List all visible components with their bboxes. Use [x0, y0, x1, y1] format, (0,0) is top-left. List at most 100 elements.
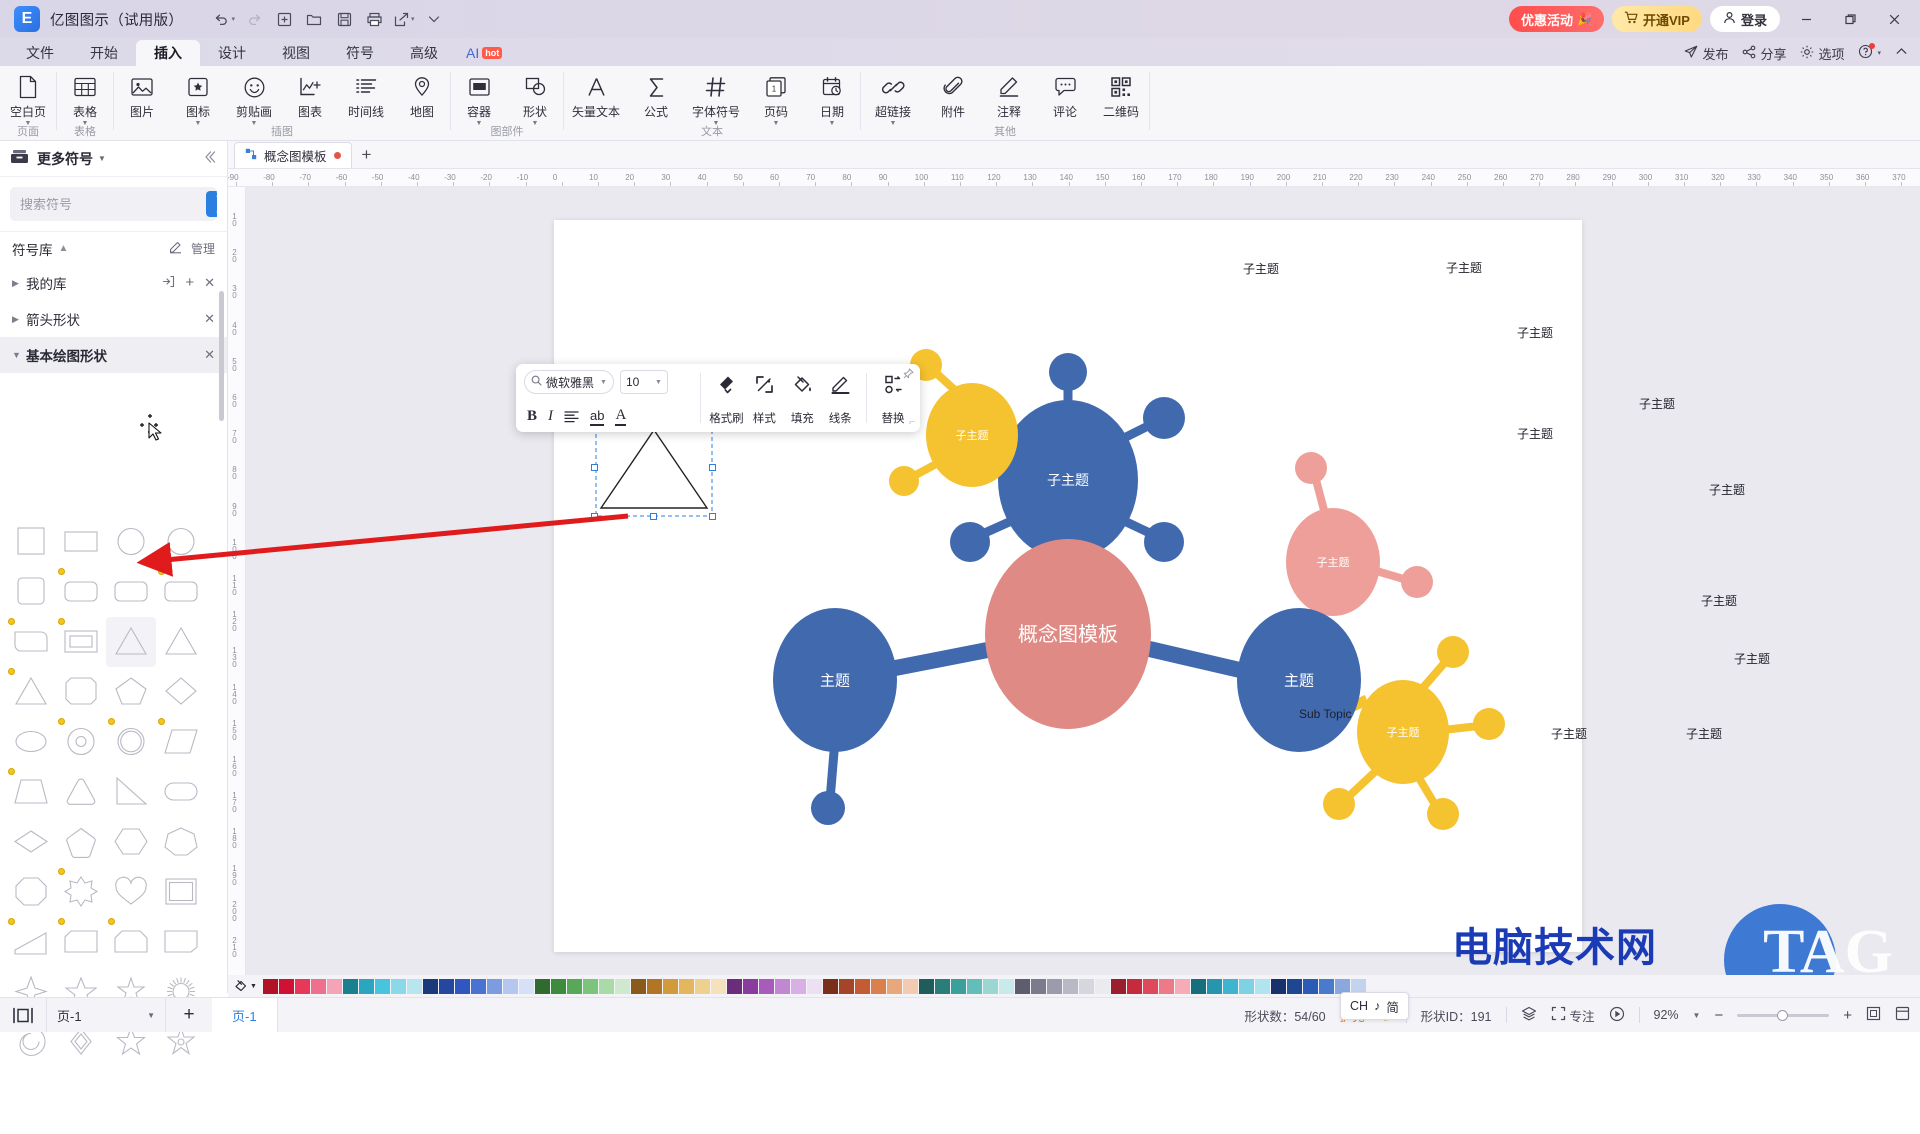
color-swatch[interactable] — [950, 978, 966, 994]
diagram-outer-label[interactable]: 子主题 — [1686, 725, 1722, 742]
page-number-button[interactable]: 1 页码 ▼ — [748, 71, 804, 127]
resize-handle-se[interactable] — [709, 513, 716, 520]
shape-item-frame[interactable] — [156, 867, 206, 917]
shape-item-clipped-rect3[interactable] — [156, 917, 206, 967]
tab-ai[interactable]: AI hot — [456, 40, 512, 66]
bold-button[interactable]: B — [527, 406, 537, 426]
maximize-button[interactable] — [1832, 4, 1868, 34]
color-swatch[interactable] — [678, 978, 694, 994]
canvas-area[interactable]: 子主题 子主题 子主题 子主题 主题 主题 概念图模板 子主题 子主题 子主题 子主题 子主题 子主题… — [246, 187, 1920, 975]
horizontal-ruler[interactable]: -90 -80 -70 -60 -50 -40 -30 -20 -10 0 10 20 30 40 50 60… — [228, 169, 1920, 187]
shape-item-stadium[interactable] — [156, 767, 206, 817]
color-swatch[interactable] — [550, 978, 566, 994]
color-swatch[interactable] — [1318, 978, 1334, 994]
color-swatch[interactable] — [486, 978, 502, 994]
collapse-left-icon[interactable] — [201, 149, 217, 169]
diagram-outer-label[interactable]: 子主题 — [1517, 324, 1553, 341]
color-swatch[interactable] — [902, 978, 918, 994]
shape-item-octagon[interactable] — [6, 867, 56, 917]
date-button[interactable]: 日期 ▼ — [804, 71, 860, 127]
style-button[interactable]: 样式 — [745, 370, 783, 426]
color-swatch[interactable] — [438, 978, 454, 994]
color-swatch[interactable] — [1030, 978, 1046, 994]
leaf-node[interactable] — [1143, 397, 1185, 439]
shape-item-diamond-cut[interactable] — [156, 667, 206, 717]
shape-item-parallelogram[interactable] — [156, 717, 206, 767]
color-swatch[interactable] — [406, 978, 422, 994]
diagram-outer-label[interactable]: Sub Topic — [1299, 707, 1351, 721]
color-swatch[interactable] — [998, 978, 1014, 994]
plus-icon[interactable]: + — [185, 275, 194, 290]
color-swatch[interactable] — [1078, 978, 1094, 994]
shape-item-circle[interactable] — [156, 517, 206, 567]
align-icon[interactable] — [564, 406, 579, 426]
zoom-slider[interactable] — [1737, 1009, 1830, 1021]
font-symbol-button[interactable]: 字体符号 ▼ — [684, 71, 748, 127]
shape-item-donut[interactable] — [56, 717, 106, 767]
tab-advanced[interactable]: 高级 — [392, 40, 456, 66]
color-swatch[interactable] — [374, 978, 390, 994]
chevron-down-icon[interactable]: ▼ — [1693, 1011, 1701, 1020]
chevron-down-icon[interactable]: ▼ — [655, 379, 662, 386]
color-swatch[interactable] — [422, 978, 438, 994]
shape-item-octagon-rect[interactable] — [56, 667, 106, 717]
shape-item-clipped-rect[interactable] — [56, 917, 106, 967]
color-swatch[interactable] — [1174, 978, 1190, 994]
close-icon[interactable]: ✕ — [204, 276, 215, 289]
color-swatch[interactable] — [390, 978, 406, 994]
tab-view[interactable]: 视图 — [264, 40, 328, 66]
leaf-node[interactable] — [1427, 798, 1459, 830]
color-swatch[interactable] — [518, 978, 534, 994]
shape-item-rounded-rect[interactable] — [106, 567, 156, 617]
hyperlink-button[interactable]: 超链接 ▼ — [861, 71, 925, 127]
focus-mode-button[interactable]: 专注 — [1551, 1006, 1595, 1025]
chevron-up-icon[interactable]: ▲ — [59, 243, 69, 254]
more-icon[interactable] — [419, 4, 449, 34]
resize-handle-e[interactable] — [709, 464, 716, 471]
color-swatch[interactable] — [918, 978, 934, 994]
close-icon[interactable]: ✕ — [204, 312, 215, 325]
chevron-down-icon[interactable]: ▼ — [98, 154, 106, 163]
color-swatch[interactable] — [598, 978, 614, 994]
color-swatch[interactable] — [646, 978, 662, 994]
library-group-my[interactable]: ▶ 我的库 + ✕ — [0, 265, 227, 301]
color-swatch[interactable] — [1190, 978, 1206, 994]
color-swatch[interactable] — [854, 978, 870, 994]
color-swatch[interactable] — [262, 978, 278, 994]
font-family-select[interactable]: 微软雅黑 ▼ — [524, 370, 614, 394]
diagram-outer-label[interactable]: 子主题 — [1734, 650, 1770, 667]
shape-item-rounded-square[interactable] — [6, 567, 56, 617]
export-icon[interactable]: ▾ — [389, 4, 419, 34]
fit-icon[interactable] — [1866, 1006, 1881, 1024]
resize-handle-sw[interactable] — [591, 513, 598, 520]
shape-button[interactable]: 形状 ▼ — [507, 71, 563, 127]
shape-item-pentagon[interactable] — [106, 667, 156, 717]
vector-text-button[interactable]: 矢量文本 — [564, 71, 628, 120]
color-swatch[interactable] — [742, 978, 758, 994]
diagram-outer-label[interactable]: 子主题 — [1709, 481, 1745, 498]
shape-item-double-rect[interactable] — [56, 617, 106, 667]
color-swatch[interactable] — [662, 978, 678, 994]
font-color-button[interactable]: A — [615, 406, 627, 426]
color-swatch[interactable] — [870, 978, 886, 994]
formula-button[interactable]: 公式 — [628, 71, 684, 120]
line-button[interactable]: 线条 — [821, 370, 859, 426]
color-swatch[interactable] — [342, 978, 358, 994]
color-swatch[interactable] — [886, 978, 902, 994]
color-swatch[interactable] — [1046, 978, 1062, 994]
shape-item-star8[interactable] — [56, 867, 106, 917]
new-icon[interactable] — [269, 4, 299, 34]
leaf-node[interactable] — [1323, 788, 1355, 820]
undo-icon[interactable]: ▾ — [209, 4, 239, 34]
color-swatch[interactable] — [1142, 978, 1158, 994]
shape-item-ring[interactable] — [106, 717, 156, 767]
save-icon[interactable] — [329, 4, 359, 34]
color-swatch[interactable] — [1126, 978, 1142, 994]
play-icon[interactable] — [1609, 1006, 1625, 1025]
print-icon[interactable] — [359, 4, 389, 34]
leaf-node[interactable] — [950, 522, 990, 562]
import-icon[interactable] — [162, 275, 175, 291]
color-swatch[interactable] — [726, 978, 742, 994]
shape-grid-scrollbar[interactable] — [219, 291, 224, 421]
leaf-node[interactable] — [1473, 708, 1505, 740]
